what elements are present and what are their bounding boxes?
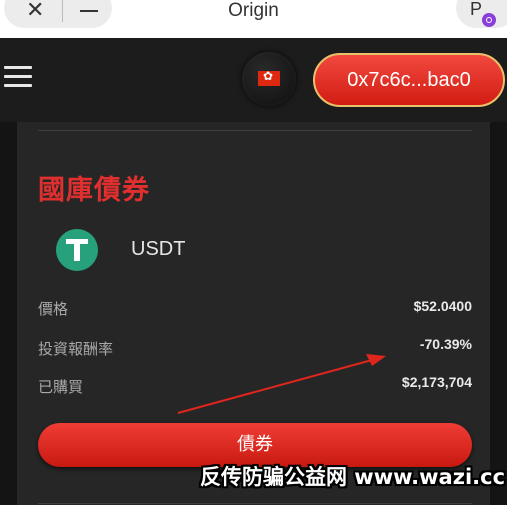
card-divider-bottom [38,503,472,504]
page-title: Origin [228,0,279,21]
hong-kong-flag-icon [258,69,280,86]
purchased-label: 已購買 [38,378,84,396]
roi-value: -70.39% [419,336,472,352]
hamburger-menu-icon[interactable] [4,66,32,88]
profile-initial: P [470,0,483,19]
card-divider-top [38,130,472,131]
price-value: $52.0400 [413,298,472,314]
purchased-value: $2,173,704 [401,374,472,390]
region-selector-button[interactable] [242,52,296,106]
wallet-address-button[interactable]: 0x7c6c...bac0 [313,53,505,107]
roi-label: 投資報酬率 [38,340,114,358]
token-name: USDT [131,238,186,260]
watermark-text: 反传防骗公益网 www.wazi.cc [200,465,506,489]
profile-badge-icon [482,13,496,27]
price-label: 價格 [38,300,69,318]
card-title: 國庫債券 [38,175,150,206]
tether-usdt-icon [56,229,98,271]
